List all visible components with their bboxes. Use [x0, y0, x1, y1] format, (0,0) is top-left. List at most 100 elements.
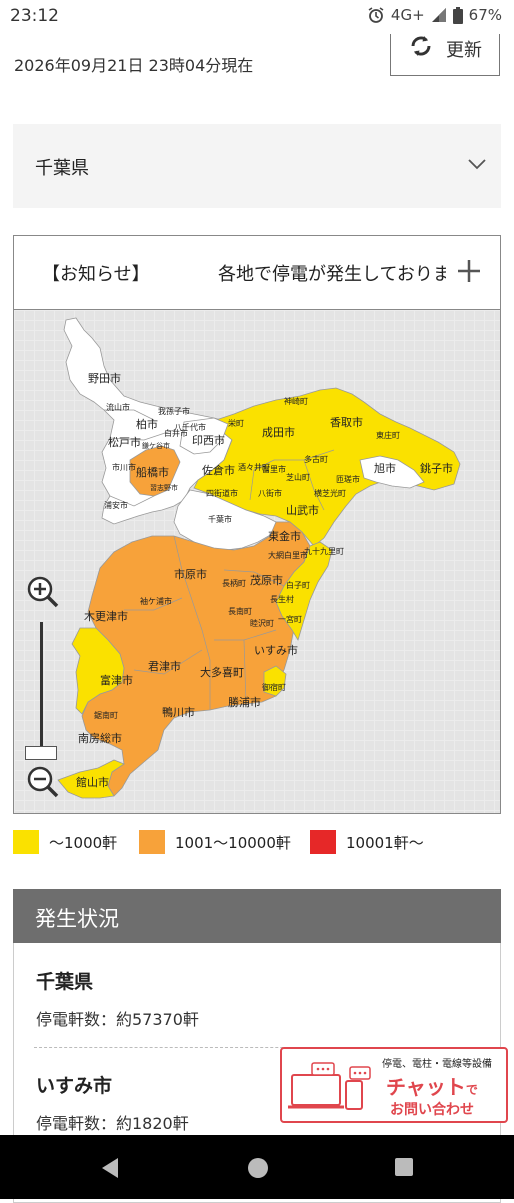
map-label-narashino: 習志野市	[150, 483, 178, 492]
area-name: 千葉県	[36, 971, 94, 993]
map-label-sammu: 山武市	[286, 503, 319, 517]
map-label-asahi: 旭市	[374, 461, 396, 475]
map-label-funabashi: 船橋市	[136, 465, 169, 479]
chat-banner-subtitle: 停電、電柱・電線等設備	[382, 1059, 492, 1070]
map-label-nagaraminami: 長南町	[228, 606, 252, 616]
map-label-sodegaura: 袖ケ浦市	[140, 596, 172, 606]
home-icon[interactable]	[247, 1157, 269, 1183]
map-label-narita: 成田市	[262, 425, 295, 439]
map-label-mobara: 茂原市	[250, 573, 283, 587]
map-label-minamiboso: 南房総市	[78, 731, 122, 745]
chat-devices-icon	[288, 1061, 376, 1113]
map-label-shirako: 白子町	[286, 580, 310, 590]
zoom-in-button[interactable]	[26, 575, 60, 609]
chevron-down-icon	[467, 156, 487, 175]
status-panel-heading: 発生状況	[13, 889, 501, 943]
legend-item-high: 10001軒〜	[310, 830, 424, 854]
status-time: 23:12	[10, 6, 59, 26]
map-legend: 〜1000軒 1001〜10000軒 10001軒〜	[13, 830, 501, 854]
android-nav-bar	[0, 1135, 514, 1199]
map-label-shibayama: 芝山町	[286, 472, 310, 482]
map-label-chosei: 長生村	[270, 594, 294, 604]
zoom-out-icon	[27, 766, 59, 798]
area-outage-count: 停電軒数：約57370軒	[36, 1010, 199, 1029]
signal-icon	[431, 7, 447, 23]
chat-banner-title-text: チャット	[386, 1075, 466, 1099]
battery-level: 67%	[468, 6, 502, 24]
map-label-noda: 野田市	[88, 371, 121, 385]
legend-item-low: 〜1000軒	[13, 830, 117, 854]
map-label-yokoshibahikari: 横芝光町	[314, 488, 346, 498]
map-label-kozaki: 神崎町	[284, 396, 308, 406]
map-label-tateyama: 館山市	[76, 775, 109, 789]
area-item[interactable]: 千葉県 停電軒数：約57370軒	[36, 967, 199, 1030]
map-label-tomisato: 富里市	[262, 464, 286, 474]
map-label-kisarazu: 木更津市	[84, 609, 128, 623]
zoom-slider-track[interactable]	[40, 622, 43, 754]
chiba-map-svg: 野田市 流山市 柏市 我孫子市 松戸市 鎌ケ谷市 白井市 市川市 船橋市 八千代…	[57, 317, 461, 799]
chat-inquiry-banner[interactable]: 停電、電柱・電線等設備 チャットで お問い合わせ	[280, 1047, 508, 1123]
area-item[interactable]: いすみ市 停電軒数：約1820軒	[36, 1071, 189, 1134]
map-label-otaki: 大多喜町	[200, 665, 244, 679]
map-label-kashiwa: 柏市	[136, 417, 158, 431]
chat-banner-de: で	[465, 1083, 478, 1097]
map-label-sosa: 匝瑳市	[336, 474, 360, 484]
expand-plus-icon[interactable]	[456, 258, 482, 288]
alarm-icon	[367, 6, 385, 24]
map-label-chiba: 千葉市	[208, 514, 232, 524]
status-icons: 4G+ 67%	[367, 6, 502, 24]
map-label-inzai: 印西市	[192, 433, 225, 447]
map-label-nagareyama: 流山市	[106, 402, 130, 412]
status-bar: 23:12 4G+ 67%	[0, 0, 514, 34]
map-label-kujukuri: 九十九里町	[304, 546, 344, 556]
legend-item-mid: 1001〜10000軒	[139, 830, 291, 854]
map-label-ichikawa: 市川市	[112, 462, 136, 472]
area-outage-count: 停電軒数：約1820軒	[36, 1114, 189, 1133]
map-label-sakura: 佐倉市	[202, 463, 235, 477]
refresh-label: 更新	[446, 39, 482, 61]
map-label-isumi: いすみ市	[254, 643, 298, 657]
chat-banner-title: チャットで	[386, 1071, 478, 1100]
map-label-yotsukaido: 四街道市	[206, 488, 238, 498]
map-label-katsuura: 勝浦市	[228, 695, 261, 709]
legend-swatch-high	[310, 830, 336, 854]
prefecture-select[interactable]: 千葉県	[13, 124, 501, 208]
legend-label-high: 10001軒〜	[346, 833, 424, 852]
map-label-onjuku: 御宿町	[262, 682, 286, 692]
map-label-matsudo: 松戸市	[108, 435, 141, 449]
map-label-ichinomiya: 一宮町	[278, 614, 302, 624]
zoom-slider-handle[interactable]	[25, 746, 57, 760]
map-label-urayasu: 浦安市	[104, 500, 128, 510]
map-label-togane: 東金市	[268, 529, 301, 543]
legend-swatch-low	[13, 830, 39, 854]
network-label: 4G+	[390, 6, 425, 24]
outage-map[interactable]: 野田市 流山市 柏市 我孫子市 松戸市 鎌ケ谷市 白井市 市川市 船橋市 八千代…	[13, 309, 501, 814]
map-label-tako: 多古町	[304, 454, 328, 464]
map-label-futtsu: 富津市	[100, 673, 133, 687]
battery-icon	[452, 6, 463, 24]
map-label-kamagaya: 鎌ケ谷市	[142, 441, 170, 450]
zoom-out-button[interactable]	[26, 765, 60, 799]
recent-apps-icon[interactable]	[394, 1157, 414, 1181]
map-label-yachimata: 八街市	[258, 488, 282, 498]
map-label-oamishirasato: 大網白里市	[268, 550, 308, 560]
zoom-in-icon	[27, 576, 59, 608]
update-timestamp: 2026年09月21日 23時04分現在	[14, 56, 254, 75]
notice-text: 各地で停電が発生しております	[218, 264, 446, 285]
map-label-sakae: 栄町	[228, 418, 244, 428]
chat-banner-inquiry: お問い合わせ	[390, 1102, 474, 1118]
map-label-kamogawa: 鴨川市	[162, 705, 195, 719]
map-label-ichihara: 市原市	[174, 567, 207, 581]
refresh-icon	[408, 33, 434, 64]
map-label-nagara: 長柄町	[222, 578, 246, 588]
map-label-kyonan: 鋸南町	[94, 710, 118, 720]
notice-accordion[interactable]: 【お知らせ】 各地で停電が発生しております	[13, 235, 501, 309]
map-label-tonosho: 東庄町	[376, 430, 400, 440]
legend-swatch-mid	[139, 830, 165, 854]
notice-title: 【お知らせ】	[42, 264, 150, 285]
map-label-choshi: 銚子市	[420, 461, 453, 475]
legend-label-mid: 1001〜10000軒	[175, 833, 291, 852]
map-label-mutsuzawa: 睦沢町	[250, 618, 274, 628]
map-label-yachiyo: 八千代市	[174, 422, 206, 432]
back-icon[interactable]	[100, 1157, 120, 1183]
